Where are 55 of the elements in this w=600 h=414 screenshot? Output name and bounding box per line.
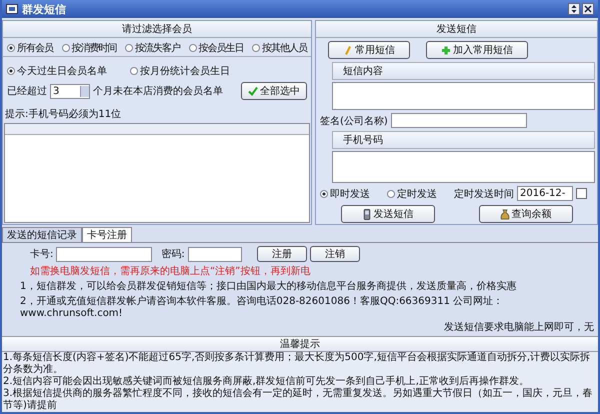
schedule-date-field[interactable]: 2016-12- <box>517 186 573 201</box>
template-button[interactable]: 常用短信 <box>328 41 410 59</box>
card-field[interactable] <box>56 246 152 262</box>
filter-radio[interactable]: 所有会员 <box>7 41 53 55</box>
tip-text: 3.根据短信提供商的服务器繁忙程度不同，接收的短信会有一定的延时，无需重复发送。另如遇重大节假日（如五一，国庆，元旦，春节等)请提前 <box>2 388 594 412</box>
money-bag-icon <box>500 208 510 220</box>
card-label: 卡号: <box>30 248 54 261</box>
signature-field[interactable] <box>390 113 527 128</box>
months-suffix: 个月未在本店消费的会员名单 <box>93 84 223 98</box>
hint-text: 提示:手机号码必须为11位 <box>4 108 122 121</box>
select-all-button[interactable]: 全部选中 <box>241 82 307 100</box>
register-button[interactable]: 注册 <box>256 246 307 262</box>
signature-label: 签名(公司名称) <box>320 114 388 128</box>
send-mode-radio[interactable]: 即时发送 <box>320 186 370 200</box>
schedule-label: 定时发送时间 <box>454 188 514 200</box>
panel-header: 发送短信 <box>316 21 597 38</box>
tip-text: 2.短信内容可能会因出现敏感关键词而被短信服务商屏蔽,群发短信前可先发一条到自己手机上,正常收到后再操作群发。 <box>2 376 530 388</box>
tab[interactable]: 卡号注册 <box>82 227 132 242</box>
action-button[interactable]: 查询余额 <box>478 205 572 223</box>
close-icon[interactable] <box>582 3 594 15</box>
member-grid[interactable] <box>4 123 310 223</box>
birthday-radio[interactable]: 今天过生日会员名单 <box>7 64 107 78</box>
warning-text: 如需换电脑发短信，需再原来的电脑上点“注销”按钮，再到新电 <box>29 264 312 278</box>
plus-icon <box>441 44 451 56</box>
tip-text: 1.每条短信长度(内容+签名)不能超过65字,否则按多条计算费用；最大长度为500字,短信平台会根据实际通道自动拆分,计费以实际拆分条数为准。 <box>2 352 592 376</box>
filter-radio[interactable]: 按会员生日 <box>188 41 244 55</box>
logout-button[interactable]: 注销 <box>310 246 360 262</box>
months-label: 已经超过 <box>7 84 47 98</box>
info-text: 1，短信群发，可以给会员群发促销短信等；接口由国内最大的移动信息平台服务商提供，发送质量高，价格实惠 <box>19 280 518 293</box>
window-title: 群发短信 <box>22 2 66 16</box>
password-field[interactable] <box>188 246 242 262</box>
note-text: 发送短信要求电脑能上网即可，无 <box>443 320 594 334</box>
content-label: 短信内容 <box>332 62 595 80</box>
filter-radio[interactable]: 按其他人员 <box>252 41 307 55</box>
check-icon <box>248 86 258 96</box>
template-button[interactable]: 加入常用短信 <box>426 41 528 59</box>
filter-radio[interactable]: 按流失客户 <box>125 41 180 55</box>
info-text: 2，开通或充值短信群发帐户请咨询本软件客服。咨询电话028-82601086！客服QQ:66369311 公司网址：www.chrunsoft.com! <box>19 294 504 319</box>
months-spinner[interactable]: 3 <box>50 84 90 98</box>
phone-textarea[interactable] <box>332 151 595 183</box>
schedule-checkbox[interactable] <box>576 188 587 199</box>
action-button[interactable]: 发送短信 <box>340 205 434 223</box>
password-label: 密码: <box>161 248 185 261</box>
pencil-icon <box>343 44 353 56</box>
phone-label: 手机号码 <box>332 131 595 149</box>
panel-header: 请过滤选择会员 <box>3 21 311 38</box>
window-icon <box>6 4 18 14</box>
content-textarea[interactable] <box>332 82 595 110</box>
tips-header: 温馨提示 <box>2 336 598 352</box>
filter-radio[interactable]: 按消费时间 <box>62 41 116 55</box>
tab[interactable]: 发送的短信记录 <box>2 227 82 242</box>
birthday-radio[interactable]: 按月份统计会员生日 <box>130 64 230 78</box>
phone-icon <box>362 208 372 220</box>
restore-icon[interactable] <box>568 3 580 15</box>
send-mode-radio[interactable]: 定时发送 <box>387 186 437 200</box>
